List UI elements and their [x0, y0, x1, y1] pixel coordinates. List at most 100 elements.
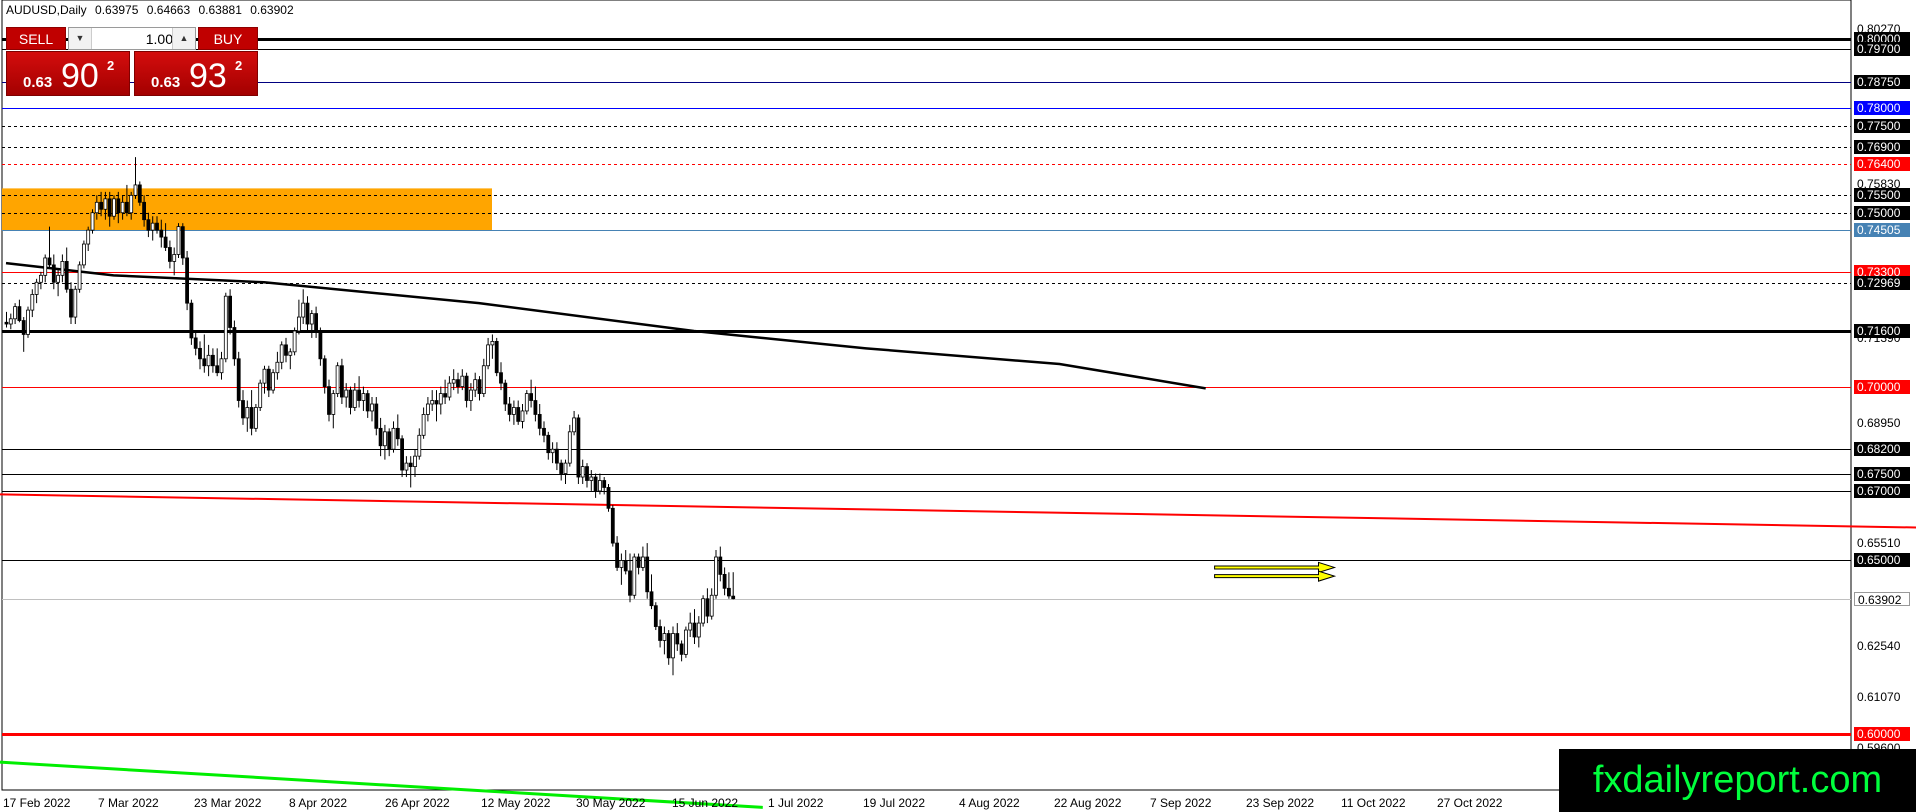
candle-down	[284, 344, 288, 356]
candle-down	[705, 598, 710, 617]
yellow-arrow	[1214, 561, 1337, 574]
candle-up	[219, 358, 224, 374]
candle-up	[296, 316, 301, 332]
lot-size-input[interactable]	[93, 29, 175, 48]
candle-up	[701, 598, 705, 624]
candle-down	[69, 288, 73, 318]
candle-down	[215, 365, 220, 374]
buy-quote-button[interactable]: 0.63 93 2	[134, 51, 258, 96]
candle-up	[82, 243, 86, 266]
candle-up	[430, 400, 435, 405]
candle-down	[4, 321, 9, 325]
candle-up	[352, 389, 357, 408]
candle-up	[176, 226, 181, 255]
candle-down	[180, 226, 185, 259]
sell-quote-button[interactable]: 0.63 90 2	[6, 51, 130, 96]
level-price-label: 0.79700	[1854, 42, 1910, 57]
candle-down	[228, 295, 233, 328]
candle-up	[619, 560, 624, 568]
level-price-label: 0.63902	[1854, 591, 1910, 607]
symbol-label: AUDUSD,Daily	[6, 3, 87, 17]
buy-quote-sup: 2	[235, 58, 243, 73]
candle-up	[279, 344, 284, 363]
date-tick-label: 19 Jul 2022	[863, 796, 926, 810]
level-price-label: 0.75000	[1854, 205, 1910, 220]
one-click-trading-panel: SELL ▼ ▲ BUY 0.63 90 2 0.63 93 2	[6, 27, 258, 96]
sell-button[interactable]: SELL	[6, 27, 66, 50]
buy-quote-big: 93	[189, 57, 227, 95]
candle-down	[339, 365, 344, 398]
level-price-label: 0.60000	[1854, 727, 1910, 742]
price-chart[interactable]	[0, 0, 1916, 812]
candle-up	[129, 194, 134, 214]
date-tick-label: 8 Apr 2022	[289, 796, 348, 810]
candle-down	[593, 476, 598, 492]
level-price-label: 0.77500	[1854, 118, 1910, 133]
candle-up	[563, 462, 568, 474]
candle-down	[606, 487, 611, 509]
candle-up	[696, 622, 701, 638]
candle-down	[51, 264, 56, 283]
candle-down	[456, 379, 460, 388]
candle-up	[468, 389, 473, 401]
yellow-arrow	[1214, 570, 1337, 582]
lot-decrease-icon[interactable]: ▼	[69, 28, 92, 49]
level-price-label: 0.70000	[1854, 379, 1910, 394]
date-tick-label: 22 Aug 2022	[1054, 796, 1122, 810]
candle-up	[301, 302, 306, 318]
buy-button[interactable]: BUY	[198, 27, 258, 50]
date-tick-label: 30 May 2022	[576, 796, 646, 810]
candle-down	[146, 219, 151, 231]
plot-frame	[1, 0, 1852, 791]
candle-down	[64, 261, 69, 290]
candle-up	[417, 434, 422, 457]
candle-up	[662, 633, 667, 641]
price-tick-label: 0.68950	[1857, 416, 1901, 431]
chart-window[interactable]: AUDUSD,Daily 0.63975 0.64663 0.63881 0.6…	[0, 0, 1916, 812]
level-price-label: 0.75500	[1854, 188, 1910, 203]
candle-down	[357, 389, 362, 401]
trendline-red	[0, 493, 1916, 529]
candle-up	[404, 462, 409, 471]
candle-down	[529, 393, 533, 401]
candle-down	[167, 247, 172, 262]
lot-increase-icon[interactable]: ▲	[172, 28, 195, 49]
candle-down	[21, 320, 26, 335]
candle-up	[344, 389, 349, 398]
candle-down	[17, 306, 22, 321]
level-price-label: 0.67000	[1854, 483, 1910, 498]
candle-down	[125, 201, 129, 214]
candle-down	[241, 400, 245, 419]
candle-down	[559, 462, 564, 474]
candle-up	[112, 198, 116, 217]
date-tick-label: 23 Sep 2022	[1246, 796, 1315, 810]
lot-size-control: ▼ ▲	[68, 27, 196, 50]
price-tick-label: 0.62540	[1857, 639, 1901, 654]
candle-down	[692, 622, 697, 638]
price-tick-label: 0.65510	[1857, 535, 1901, 550]
candle-down	[434, 400, 439, 405]
candle-up	[438, 393, 443, 405]
candle-down	[155, 222, 159, 231]
candle-up	[550, 448, 555, 454]
candle-up	[589, 476, 594, 481]
level-price-label: 0.67500	[1854, 466, 1910, 481]
candle-up	[271, 372, 276, 391]
candle-down	[464, 375, 469, 401]
candle-down	[137, 184, 142, 203]
candle-up	[688, 622, 693, 631]
date-tick-label: 1 Jul 2022	[768, 796, 824, 810]
candle-down	[210, 354, 215, 367]
candle-down	[266, 368, 271, 391]
candle-down	[236, 358, 241, 401]
date-tick-label: 11 Oct 2022	[1341, 796, 1406, 810]
candle-up	[245, 407, 250, 419]
candle-up	[481, 365, 486, 394]
candle-up	[382, 431, 387, 447]
candle-down	[537, 414, 542, 429]
sell-quote-prefix: 0.63	[23, 74, 53, 91]
level-price-label: 0.71600	[1854, 323, 1910, 338]
candle-down	[189, 302, 194, 339]
candle-down	[542, 427, 546, 436]
candle-down	[658, 626, 662, 641]
